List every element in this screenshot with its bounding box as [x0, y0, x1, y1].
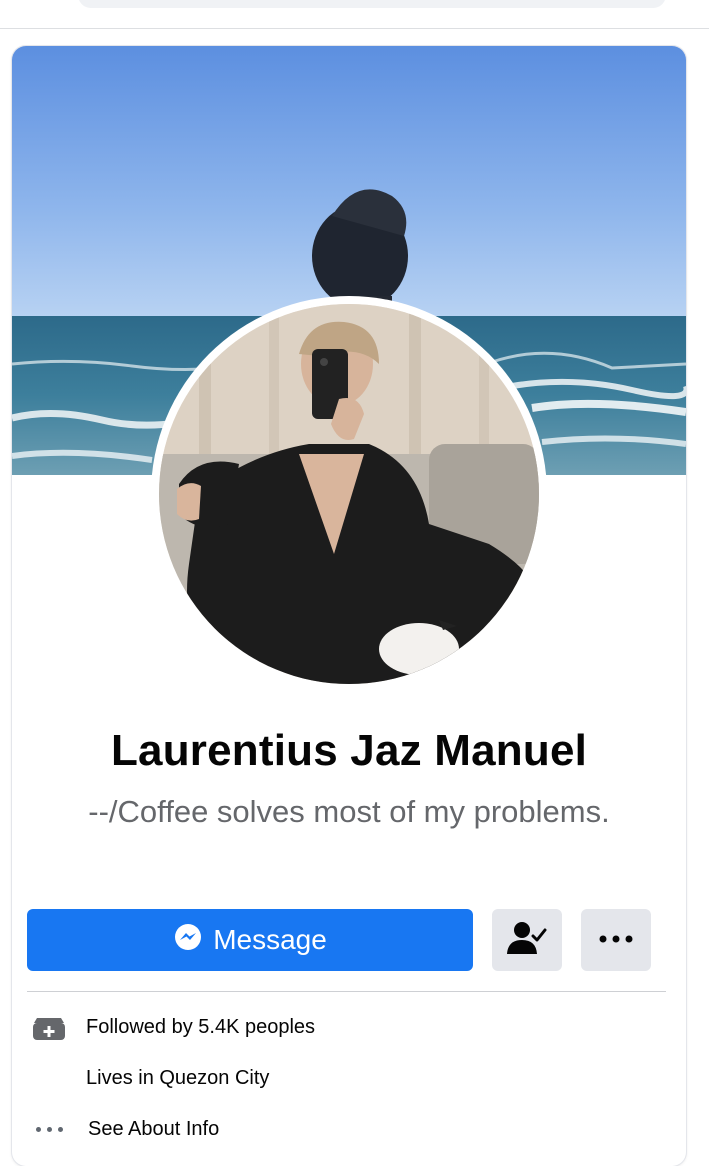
friends-check-icon	[507, 920, 547, 961]
more-dots-icon	[32, 1112, 66, 1146]
message-button-label: Message	[213, 924, 327, 955]
profile-card: Laurentius Jaz Manuel --/Coffee solves m…	[12, 46, 686, 1166]
see-about-info-link[interactable]: See About Info	[32, 1112, 219, 1146]
more-options-button[interactable]	[581, 909, 651, 971]
friends-button[interactable]	[492, 909, 562, 971]
messenger-icon	[173, 922, 203, 959]
profile-name: Laurentius Jaz Manuel	[110, 726, 588, 775]
location-icon	[32, 1061, 66, 1095]
location-text: Lives in Quezon City	[86, 1066, 270, 1089]
followers-icon	[32, 1010, 66, 1044]
followers-text: Followed by 5.4K peoples	[86, 1015, 316, 1038]
followers-info: Followed by 5.4K peoples	[32, 1010, 315, 1044]
see-about-info-text: See About Info	[88, 1117, 220, 1140]
divider	[27, 991, 666, 992]
search-bar[interactable]	[78, 0, 666, 8]
more-dots-icon	[598, 931, 634, 949]
profile-bio: --/Coffee solves most of my problems.	[88, 794, 610, 829]
location-info: Lives in Quezon City	[32, 1061, 269, 1095]
profile-picture-frame	[151, 296, 547, 692]
top-bar	[0, 0, 709, 29]
profile-picture[interactable]	[159, 304, 539, 684]
message-button[interactable]: Message	[27, 909, 473, 971]
